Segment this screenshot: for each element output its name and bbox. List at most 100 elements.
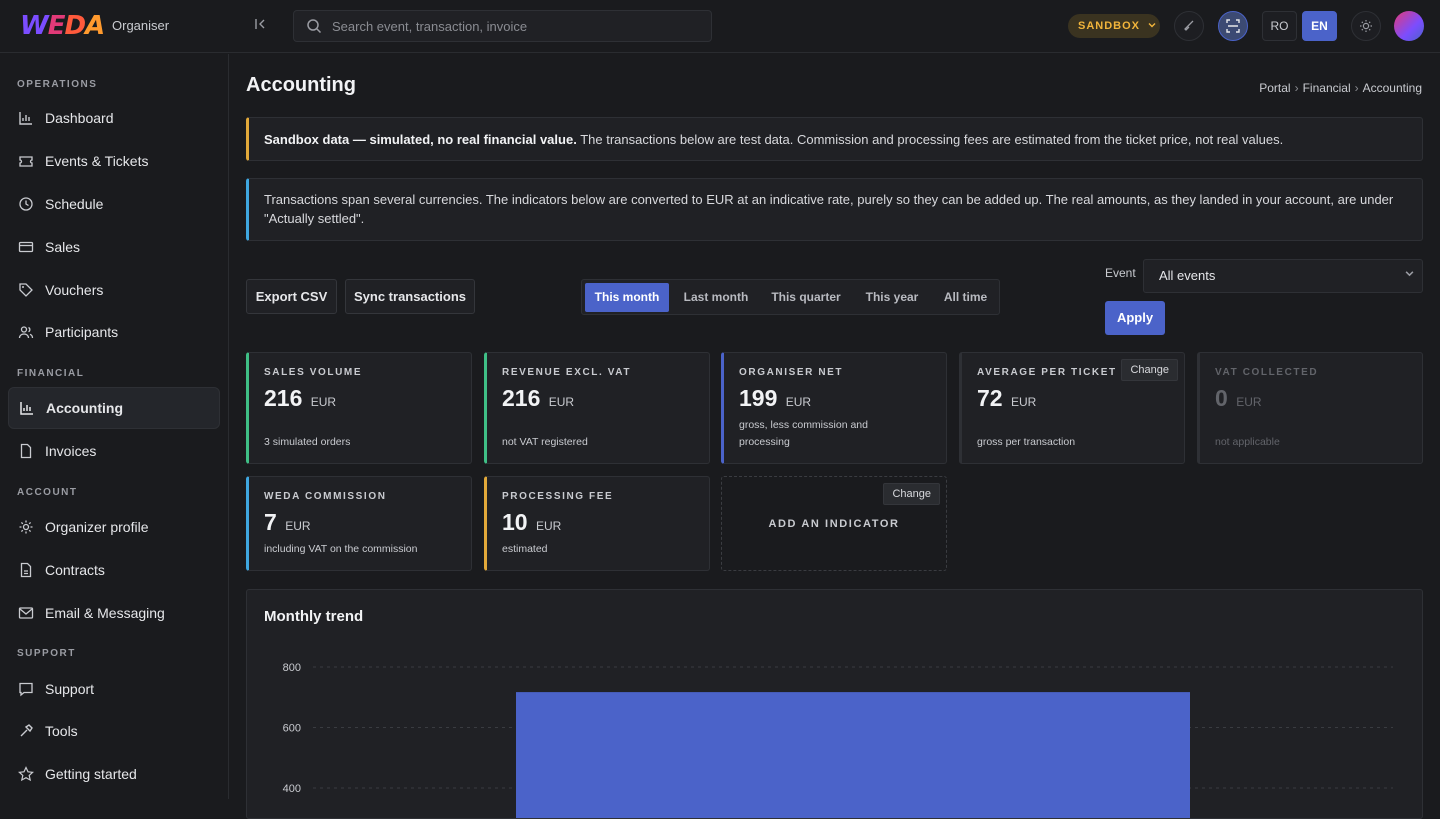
bar-chart-icon bbox=[19, 112, 32, 125]
kpi-unit: EUR bbox=[310, 395, 337, 409]
sidebar-item-sales[interactable]: Sales bbox=[8, 226, 220, 268]
sidebar-item-label: Sales bbox=[45, 239, 81, 255]
kpi-card-revenue: REVENUE EXCL. VAT 216 EUR not VAT regist… bbox=[484, 352, 710, 464]
message-icon bbox=[19, 682, 33, 697]
sidebar-item-invoices[interactable]: Invoices bbox=[8, 430, 220, 472]
sidebar-item-contracts[interactable]: Contracts bbox=[8, 549, 220, 591]
breadcrumb-separator: › bbox=[1354, 81, 1359, 95]
change-indicator-button[interactable]: Change bbox=[1121, 359, 1178, 381]
theme-toggle-icon[interactable] bbox=[1351, 11, 1381, 41]
apply-button[interactable]: Apply bbox=[1105, 301, 1165, 335]
tag-icon bbox=[19, 283, 33, 297]
scan-icon[interactable] bbox=[1218, 11, 1248, 41]
section-label: Organiser bbox=[112, 18, 170, 33]
document-icon bbox=[20, 562, 32, 578]
logo-letter: W bbox=[20, 11, 49, 41]
kpi-unit: EUR bbox=[548, 395, 575, 409]
chevron-down-icon bbox=[1405, 260, 1414, 292]
breadcrumb-portal[interactable]: Portal bbox=[1259, 81, 1290, 95]
sidebar-item-support[interactable]: Support bbox=[8, 668, 220, 710]
kpi-number: 0 bbox=[1215, 385, 1228, 411]
period-last-month[interactable]: Last month bbox=[674, 283, 758, 312]
kpi-card-organiser-net: ORGANISER NET 199 EUR gross, less commis… bbox=[721, 352, 947, 464]
period-this-quarter[interactable]: This quarter bbox=[762, 283, 850, 312]
y-tick-label: 800 bbox=[283, 662, 301, 674]
lang-en-button[interactable]: EN bbox=[1302, 11, 1337, 41]
kpi-card-processing-fee: PROCESSING FEE 10 EUR estimated bbox=[484, 476, 710, 571]
kpi-title: ORGANISER NET bbox=[739, 367, 844, 378]
kpi-title: SALES VOLUME bbox=[264, 367, 363, 378]
users-icon bbox=[18, 326, 34, 339]
breadcrumb-financial[interactable]: Financial bbox=[1303, 81, 1351, 95]
sidebar-item-label: Support bbox=[45, 681, 95, 697]
add-indicator-card[interactable]: Change ADD AN INDICATOR bbox=[721, 476, 947, 571]
chart-bar[interactable] bbox=[516, 692, 1190, 818]
gear-icon bbox=[19, 520, 33, 534]
sidebar-item-label: Vouchers bbox=[45, 282, 104, 298]
period-all-time[interactable]: All time bbox=[934, 283, 997, 312]
ticket-icon bbox=[19, 156, 33, 167]
kpi-value: 199 EUR bbox=[739, 384, 931, 416]
kpi-number: 72 bbox=[977, 385, 1003, 411]
sidebar-item-label: Schedule bbox=[45, 196, 104, 212]
sandbox-alert-text: The transactions below are test data. Co… bbox=[576, 131, 1284, 147]
sidebar-item-email[interactable]: Email & Messaging bbox=[8, 592, 220, 634]
sidebar-item-organizer-profile[interactable]: Organizer profile bbox=[8, 506, 220, 548]
kpi-subtitle: not VAT registered bbox=[502, 436, 588, 448]
sandbox-label: SANDBOX bbox=[1078, 20, 1141, 32]
add-indicator-label: ADD AN INDICATOR bbox=[768, 518, 900, 530]
sidebar-item-dashboard[interactable]: Dashboard bbox=[8, 97, 220, 139]
weda-logo[interactable]: WEDA bbox=[20, 11, 105, 41]
sidebar-item-schedule[interactable]: Schedule bbox=[8, 183, 220, 225]
change-indicator-button[interactable]: Change bbox=[883, 483, 940, 505]
sidebar-item-accounting[interactable]: Accounting bbox=[8, 387, 220, 429]
kpi-number: 216 bbox=[264, 385, 303, 411]
mail-icon bbox=[18, 607, 34, 619]
search-icon bbox=[307, 19, 322, 34]
export-csv-button[interactable]: Export CSV bbox=[246, 279, 337, 314]
event-select[interactable]: All events bbox=[1143, 259, 1423, 293]
sidebar-item-getting-started[interactable]: Getting started bbox=[8, 753, 220, 795]
kpi-unit: EUR bbox=[535, 519, 562, 533]
period-selector: This month Last month This quarter This … bbox=[581, 279, 1000, 315]
sidebar-item-participants[interactable]: Participants bbox=[8, 311, 220, 353]
sandbox-badge[interactable]: SANDBOX bbox=[1068, 14, 1160, 38]
kpi-value: 72 EUR bbox=[977, 384, 1169, 416]
period-this-month[interactable]: This month bbox=[585, 283, 669, 312]
breadcrumb-accounting: Accounting bbox=[1362, 81, 1422, 95]
sidebar-item-tools[interactable]: Tools bbox=[8, 710, 220, 752]
period-this-year[interactable]: This year bbox=[855, 283, 929, 312]
kpi-title: WEDA COMMISSION bbox=[264, 491, 387, 502]
lang-ro-button[interactable]: RO bbox=[1262, 11, 1297, 41]
kpi-card-vat-collected: VAT COLLECTED 0 EUR not applicable bbox=[1197, 352, 1423, 464]
kpi-title: REVENUE EXCL. VAT bbox=[502, 367, 632, 378]
search-box[interactable] bbox=[293, 10, 712, 42]
sidebar-item-label: Dashboard bbox=[45, 110, 114, 126]
kpi-unit: EUR bbox=[285, 519, 311, 533]
sync-transactions-button[interactable]: Sync transactions bbox=[345, 279, 475, 314]
sandbox-alert-title: Sandbox data — simulated, no real financ… bbox=[264, 131, 577, 147]
sidebar-item-label: Getting started bbox=[45, 766, 137, 782]
sidebar-item-label: Invoices bbox=[45, 443, 97, 459]
kpi-subtitle: including VAT on the commission bbox=[264, 543, 418, 555]
kpi-value: 10 EUR bbox=[502, 508, 694, 540]
sidebar-item-label: Accounting bbox=[46, 400, 123, 416]
breadcrumb-separator: › bbox=[1294, 81, 1299, 95]
currency-alert-text: Transactions span several currencies. Th… bbox=[264, 192, 1394, 226]
credit-card-icon bbox=[18, 241, 34, 253]
breadcrumb: Portal › Financial › Accounting bbox=[1259, 81, 1422, 95]
sidebar-item-vouchers[interactable]: Vouchers bbox=[8, 269, 220, 311]
currency-alert: Transactions span several currencies. Th… bbox=[246, 178, 1423, 241]
brush-icon[interactable] bbox=[1174, 11, 1204, 41]
search-input[interactable] bbox=[332, 11, 702, 41]
kpi-subtitle: gross, less commission and processing bbox=[739, 419, 868, 448]
event-select-value: All events bbox=[1159, 268, 1216, 283]
kpi-value: 216 EUR bbox=[264, 384, 456, 416]
kpi-unit: EUR bbox=[1010, 395, 1037, 409]
kpi-title: PROCESSING FEE bbox=[502, 491, 614, 502]
sidebar-item-events[interactable]: Events & Tickets bbox=[8, 140, 220, 182]
avatar[interactable] bbox=[1394, 11, 1424, 41]
bar-chart-icon bbox=[20, 402, 33, 415]
kpi-subtitle: 3 simulated orders bbox=[264, 436, 351, 448]
collapse-sidebar-icon[interactable] bbox=[250, 16, 270, 36]
